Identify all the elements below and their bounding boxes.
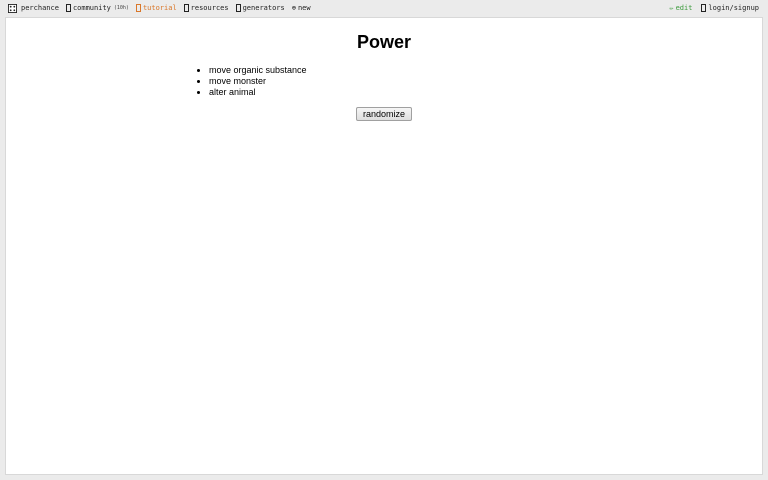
nav-generators-label: generators <box>242 4 285 12</box>
list-item: alter animal <box>209 87 307 98</box>
list-item: move organic substance <box>209 65 307 76</box>
folder-icon <box>183 4 189 12</box>
book-icon <box>135 4 141 12</box>
generator-output-panel: Power move organic substance move monste… <box>5 17 763 475</box>
nav-generators[interactable]: generators <box>235 4 285 12</box>
grid-icon <box>235 4 241 12</box>
nav-left-group: perchance community (10h) tutorial resou… <box>8 0 318 16</box>
nav-tutorial-label: tutorial <box>142 4 177 12</box>
nav-edit[interactable]: ✏ edit <box>669 4 692 12</box>
nav-login[interactable]: login/signup <box>701 4 759 12</box>
nav-edit-label: edit <box>675 4 693 12</box>
nav-new[interactable]: ⊕ new <box>292 4 311 12</box>
nav-right-group: ✏ edit login/signup <box>660 0 759 16</box>
nav-community[interactable]: community (10h) <box>65 4 129 12</box>
nav-tutorial[interactable]: tutorial <box>135 4 177 12</box>
community-count: (10h) <box>113 5 129 11</box>
nav-login-label: login/signup <box>708 4 759 12</box>
user-icon <box>701 4 707 12</box>
chat-icon <box>65 4 71 12</box>
nav-new-label: new <box>297 4 311 12</box>
nav-perchance[interactable]: perchance <box>8 3 59 13</box>
randomize-button[interactable]: randomize <box>356 107 412 121</box>
page-title: Power <box>356 32 412 52</box>
list-item: move monster <box>209 76 307 87</box>
pencil-icon: ✏ <box>669 3 674 12</box>
output-list: move organic substance move monster alte… <box>194 65 307 98</box>
nav-community-label: community <box>72 4 111 12</box>
dice-icon <box>8 3 17 13</box>
top-navigation-bar: perchance community (10h) tutorial resou… <box>0 0 768 16</box>
nav-resources[interactable]: resources <box>183 4 229 12</box>
nav-perchance-label: perchance <box>21 4 59 12</box>
nav-resources-label: resources <box>190 4 229 12</box>
plus-circle-icon: ⊕ <box>291 3 296 12</box>
